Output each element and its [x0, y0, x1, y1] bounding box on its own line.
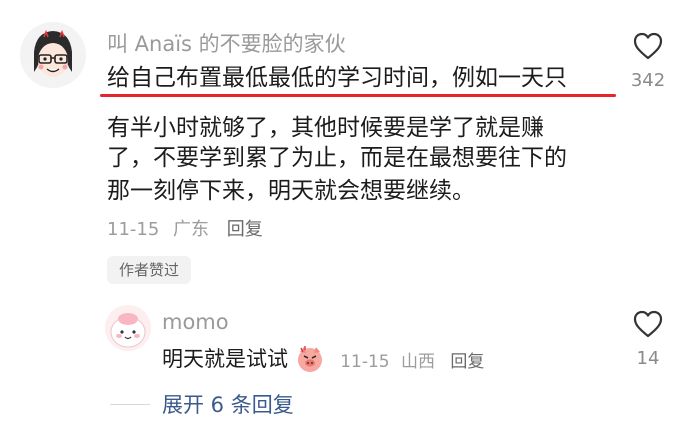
comment-text-line-1: 给自己布置最低最低的学习时间，例如一天只 — [107, 65, 567, 91]
comment-meta: 11-15 广东 回复 — [107, 218, 263, 242]
commenter-avatar[interactable] — [20, 22, 86, 88]
reply-username[interactable]: momo — [162, 308, 229, 336]
comment-date: 11-15 — [107, 219, 160, 240]
reply-avatar-illustration — [105, 305, 151, 351]
author-liked-badge: 作者赞过 — [107, 256, 192, 284]
reply-content-row: 明天就是试试 11-15 山西 回复 — [162, 342, 484, 376]
comment-like-count: 342 — [630, 70, 666, 91]
expand-replies-button[interactable]: 展开 6 条回复 — [162, 392, 294, 418]
commenter-username[interactable]: 叫 Anaïs 的不要脸的家伙 — [107, 30, 346, 58]
reply-text: 明天就是试试 — [162, 347, 288, 371]
comment-location: 广东 — [173, 219, 210, 240]
reply-date: 11-15 — [340, 351, 390, 372]
pig-face-emoji-icon — [298, 346, 323, 372]
heart-icon — [633, 310, 663, 338]
reply-avatar[interactable] — [105, 305, 151, 351]
avatar-illustration — [20, 22, 86, 88]
comment-text-line-4: 那一刻停下来，明天就会想要继续。 — [107, 178, 475, 204]
reply-reply-button[interactable]: 回复 — [450, 352, 484, 372]
reply-like-button[interactable]: 14 — [618, 310, 678, 370]
heart-icon — [633, 32, 663, 60]
expand-divider — [110, 404, 150, 405]
reply-like-count: 14 — [636, 348, 660, 369]
reply-meta: 11-15 山西 回复 — [340, 352, 484, 372]
highlight-underline — [100, 94, 616, 97]
reply-location: 山西 — [401, 351, 435, 372]
comment-like-button[interactable]: 342 — [618, 32, 678, 92]
comment-reply-button[interactable]: 回复 — [227, 219, 263, 240]
